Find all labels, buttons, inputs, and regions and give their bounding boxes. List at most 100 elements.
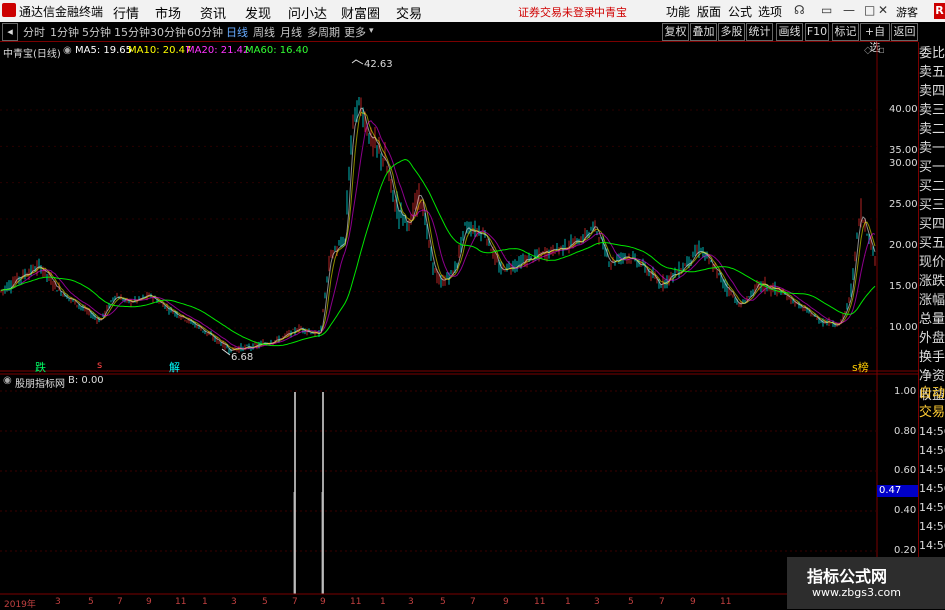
trade-time-5: 14:56 bbox=[919, 520, 945, 533]
ind-tick-04: 0.40 bbox=[894, 505, 917, 516]
quote-label-8: 买三 bbox=[919, 198, 945, 213]
time-tick-0: 2019年 bbox=[4, 600, 36, 610]
trade-time-1: 14:56 bbox=[919, 444, 945, 457]
ind-tick-08: 0.80 bbox=[894, 426, 917, 437]
quote-label-5: 卖一 bbox=[919, 141, 945, 156]
high-marker bbox=[351, 59, 364, 65]
time-tick-9: 7 bbox=[292, 597, 298, 607]
period-toolbar: ◂ 分时 1分钟 5分钟 15分钟 30分钟 60分钟 日线 周线 月线 多周期… bbox=[0, 22, 918, 54]
btn-add-watchlist[interactable]: +自选 bbox=[860, 23, 890, 54]
watermark-url: www.zbgs3.com bbox=[812, 586, 901, 599]
tab-monthly[interactable]: 月线 bbox=[280, 24, 302, 40]
ind-tick-1: 1.00 bbox=[894, 386, 917, 397]
tab-more[interactable]: 更多 bbox=[344, 24, 366, 40]
btn-biaoji[interactable]: 标记 bbox=[832, 23, 859, 41]
quote-label-2: 卖四 bbox=[919, 84, 945, 99]
mark-jie: 解 bbox=[169, 361, 180, 374]
quote-label-9: 买四 bbox=[919, 217, 945, 232]
btn-fanhui[interactable]: 返回 bbox=[891, 23, 918, 41]
time-tick-7: 3 bbox=[231, 597, 237, 607]
btn-f10[interactable]: F10 bbox=[805, 23, 829, 41]
time-tick-6: 1 bbox=[202, 597, 208, 607]
menu-xuanxiang[interactable]: 选项 bbox=[758, 3, 782, 20]
time-tick-8: 5 bbox=[262, 597, 268, 607]
ma60-line bbox=[0, 158, 876, 347]
quote-label-15: 外盘 bbox=[919, 331, 945, 346]
maximize-icon[interactable]: □ bbox=[864, 3, 875, 17]
auto-trade-label-2[interactable]: 交易 bbox=[919, 403, 945, 422]
btn-diejia[interactable]: 叠加 bbox=[690, 23, 717, 41]
tab-daily[interactable]: 日线 bbox=[226, 24, 248, 40]
menu-wenxiaoda[interactable]: 问小达 bbox=[288, 3, 327, 22]
menu-hangqing[interactable]: 行情 bbox=[113, 3, 139, 22]
guest-label[interactable]: 游客 bbox=[896, 4, 918, 20]
trade-time-0: 14:56 bbox=[919, 425, 945, 438]
tab-weekly[interactable]: 周线 bbox=[253, 24, 275, 40]
time-tick-2: 5 bbox=[88, 597, 94, 607]
menu-jiaoyi[interactable]: 交易 bbox=[396, 3, 422, 22]
price-tick-30: 30.00 bbox=[889, 158, 918, 169]
restore-window-icon[interactable]: ▭ bbox=[821, 3, 832, 17]
chart-area bbox=[0, 42, 918, 609]
quote-label-13: 涨幅 bbox=[919, 293, 945, 308]
tab-multi-period[interactable]: 多周期 bbox=[307, 24, 340, 40]
menu-gongshi[interactable]: 公式 bbox=[728, 3, 752, 20]
time-tick-17: 11 bbox=[534, 597, 546, 607]
quote-label-16: 换手 bbox=[919, 350, 945, 365]
trade-time-3: 14:56 bbox=[919, 482, 945, 495]
more-chevron-icon[interactable]: ▾ bbox=[369, 26, 374, 36]
time-tick-21: 7 bbox=[659, 597, 665, 607]
back-arrow-icon[interactable]: ◂ bbox=[2, 23, 18, 41]
indicator-title: 股朋指标网 bbox=[15, 379, 65, 390]
watermark-box: 指标公式网 www.zbgs3.com bbox=[787, 557, 945, 609]
indicator-dropdown-icon[interactable]: ◉ bbox=[3, 375, 12, 386]
ind-tick-06: 0.60 bbox=[894, 465, 917, 476]
tab-15min[interactable]: 15分钟 bbox=[114, 24, 150, 40]
quote-label-1: 卖五 bbox=[919, 65, 945, 80]
menu-faxian[interactable]: 发现 bbox=[245, 3, 271, 22]
time-tick-13: 3 bbox=[408, 597, 414, 607]
low-price-label: 6.68 bbox=[231, 352, 254, 363]
btn-huaxian[interactable]: 画线 bbox=[776, 23, 803, 41]
price-tick-35: 35.00 bbox=[889, 145, 918, 156]
menu-banmian[interactable]: 版面 bbox=[697, 3, 721, 20]
time-tick-5: 11 bbox=[175, 597, 187, 607]
trade-time-4: 14:56 bbox=[919, 501, 945, 514]
menu-gongneng[interactable]: 功能 bbox=[666, 3, 690, 20]
btn-fuquan[interactable]: 复权 bbox=[662, 23, 689, 41]
minimize-icon[interactable]: — bbox=[843, 3, 855, 17]
menu-zixun[interactable]: 资讯 bbox=[200, 3, 226, 22]
r-badge: R bbox=[934, 3, 945, 19]
tab-fenshi[interactable]: 分时 bbox=[23, 24, 45, 40]
menu-caifuquan[interactable]: 财富圈 bbox=[341, 3, 380, 22]
menu-shichang[interactable]: 市场 bbox=[155, 3, 181, 22]
tab-5min[interactable]: 5分钟 bbox=[82, 24, 111, 40]
tab-30min[interactable]: 30分钟 bbox=[150, 24, 186, 40]
quote-label-14: 总量 bbox=[919, 312, 945, 327]
quote-label-7: 买二 bbox=[919, 179, 945, 194]
app-name: 通达信金融终端 bbox=[19, 5, 104, 19]
time-tick-15: 7 bbox=[470, 597, 476, 607]
mark-die: 跌 bbox=[35, 361, 46, 374]
time-tick-1: 3 bbox=[55, 597, 61, 607]
app-logo-icon bbox=[2, 3, 16, 17]
mark-s: s bbox=[97, 360, 103, 371]
ma10-line bbox=[0, 111, 876, 351]
indicator-value: B: 0.00 bbox=[68, 375, 104, 386]
time-tick-22: 9 bbox=[690, 597, 696, 607]
price-tick-10: 10.00 bbox=[889, 322, 918, 333]
headset-icon[interactable]: ☊ bbox=[794, 3, 805, 17]
close-icon[interactable]: ✕ bbox=[878, 3, 888, 17]
ma5-line bbox=[0, 107, 876, 351]
quote-label-4: 卖二 bbox=[919, 122, 945, 137]
auto-trade-label-1[interactable]: 自动 bbox=[919, 384, 945, 403]
time-tick-12: 1 bbox=[380, 597, 386, 607]
trade-login-warning[interactable]: 证券交易未登录 bbox=[518, 4, 595, 20]
quote-label-10: 买五 bbox=[919, 236, 945, 251]
btn-tongji[interactable]: 统计 bbox=[746, 23, 773, 41]
tab-1min[interactable]: 1分钟 bbox=[50, 24, 79, 40]
indicator-current-value: 0.47 bbox=[877, 485, 918, 497]
price-tick-25: 25.00 bbox=[889, 199, 918, 210]
tab-60min[interactable]: 60分钟 bbox=[187, 24, 223, 40]
btn-duogu[interactable]: 多股 bbox=[718, 23, 745, 41]
